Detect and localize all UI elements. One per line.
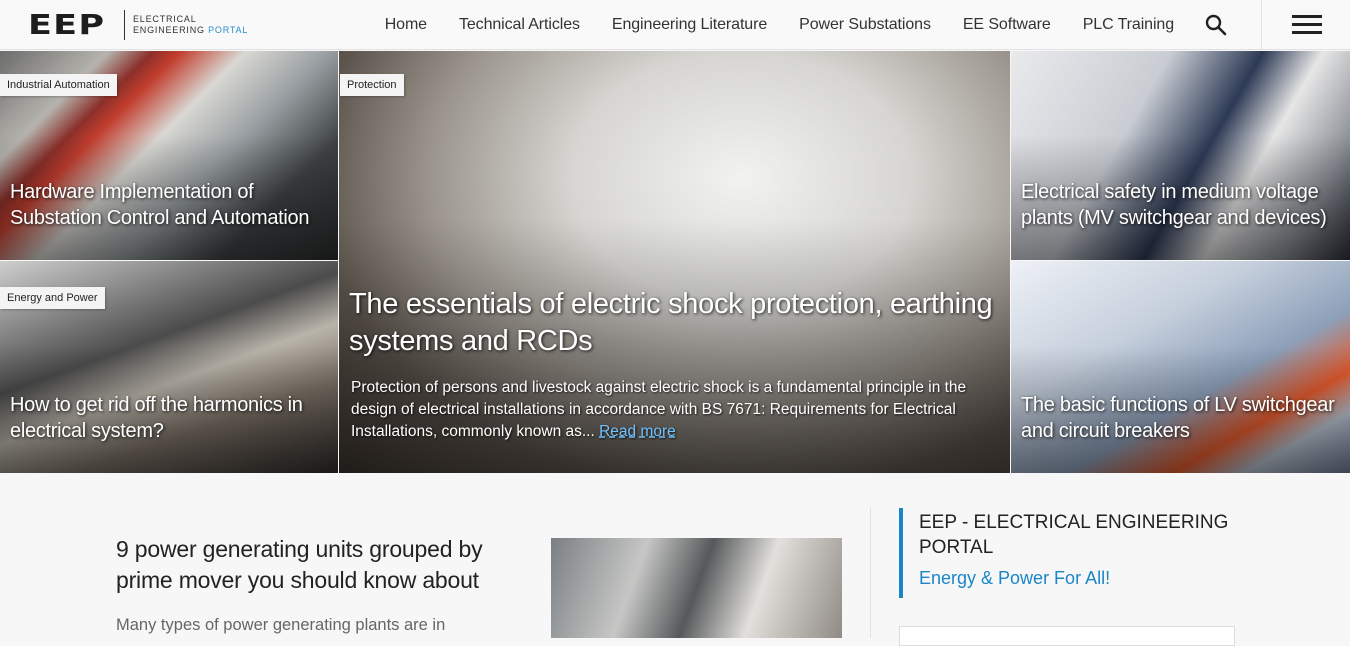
article-thumbnail[interactable] bbox=[551, 538, 842, 638]
nav-ee-software[interactable]: EE Software bbox=[963, 16, 1051, 34]
read-more-link[interactable]: Read more bbox=[599, 423, 676, 440]
tile-title[interactable]: The basic functions of LV switchgear and… bbox=[1021, 392, 1346, 444]
sidebar-accent-bar bbox=[899, 508, 903, 598]
logo-text: ELECTRICAL ENGINEERING PORTAL bbox=[133, 14, 248, 36]
tile-category-badge[interactable]: Energy and Power bbox=[0, 287, 105, 309]
tile-title[interactable]: How to get rid off the harmonics in elec… bbox=[10, 392, 320, 444]
sidebar-box bbox=[899, 626, 1235, 646]
hero-tile-electric-shock-protection[interactable]: Protection The essentials of electric sh… bbox=[339, 51, 1010, 473]
site-header: EEP ELECTRICAL ENGINEERING PORTAL Home T… bbox=[0, 0, 1350, 50]
tile-title[interactable]: Electrical safety in medium voltage plan… bbox=[1021, 179, 1346, 231]
column-divider bbox=[870, 508, 871, 638]
tile-title[interactable]: Hardware Implementation of Substation Co… bbox=[10, 179, 330, 231]
hamburger-menu-icon[interactable] bbox=[1292, 15, 1322, 37]
featured-tile-harmonics[interactable]: Energy and Power How to get rid off the … bbox=[0, 261, 338, 473]
nav-technical-articles[interactable]: Technical Articles bbox=[459, 16, 580, 34]
hero-title[interactable]: The essentials of electric shock protect… bbox=[349, 286, 999, 360]
search-icon[interactable] bbox=[1204, 13, 1228, 37]
nav-home[interactable]: Home bbox=[385, 16, 427, 34]
nav-plc-training[interactable]: PLC Training bbox=[1083, 16, 1174, 34]
logo-line-2a: ENGINEERING bbox=[133, 25, 209, 35]
featured-tile-substation-automation[interactable]: Industrial Automation Hardware Implement… bbox=[0, 51, 338, 260]
article-excerpt: Many types of power generating plants ar… bbox=[116, 616, 446, 634]
nav-power-substations[interactable]: Power Substations bbox=[799, 16, 931, 34]
sidebar-title: EEP - ELECTRICAL ENGINEERING PORTAL bbox=[919, 512, 1229, 558]
logo-line-2b: PORTAL bbox=[208, 25, 249, 35]
logo-mark: EEP bbox=[28, 8, 106, 41]
hero-excerpt: Protection of persons and livestock agai… bbox=[351, 377, 991, 443]
tile-category-badge[interactable]: Industrial Automation bbox=[0, 74, 117, 96]
sidebar-subtitle: Energy & Power For All! bbox=[919, 568, 1111, 588]
logo-line-2: ENGINEERING PORTAL bbox=[133, 25, 248, 36]
article-title[interactable]: 9 power generating units grouped by prim… bbox=[116, 534, 516, 596]
site-logo[interactable]: EEP ELECTRICAL ENGINEERING PORTAL bbox=[28, 8, 248, 42]
featured-tile-lv-switchgear[interactable]: The basic functions of LV switchgear and… bbox=[1011, 261, 1350, 473]
featured-tile-mv-safety[interactable]: Electrical safety in medium voltage plan… bbox=[1011, 51, 1350, 260]
nav-engineering-literature[interactable]: Engineering Literature bbox=[612, 16, 767, 34]
tile-category-badge[interactable]: Protection bbox=[340, 74, 404, 96]
menu-separator bbox=[1261, 0, 1262, 50]
logo-line-1: ELECTRICAL bbox=[133, 14, 197, 24]
main-nav: Home Technical Articles Engineering Lite… bbox=[353, 0, 1174, 50]
